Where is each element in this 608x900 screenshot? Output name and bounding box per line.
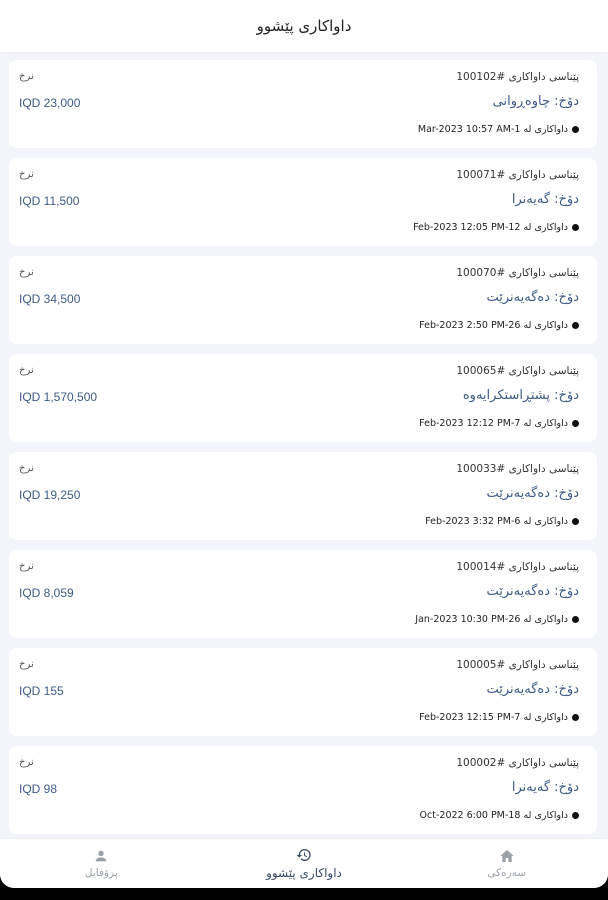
order-price: IQD 155 [19,684,64,698]
order-card[interactable]: پێناسی داواکاری #100102 دۆخ: چاوەڕوانی د… [9,60,597,148]
order-status: دۆخ: گەیەنرا [511,780,579,795]
order-status: دۆخ: چاوەڕوانی [492,94,579,109]
price-label: نرخ [19,365,34,376]
order-price: IQD 98 [19,782,58,796]
order-card[interactable]: پێناسی داواکاری #100002 دۆخ: گەیەنرا داو… [9,746,597,834]
order-date-row: داواکاری لە 7-Feb-2023 12:12 PM [419,418,579,429]
price-label: نرخ [19,169,34,180]
nav-history-label: داواکاری پێشوو [266,866,342,880]
home-icon [499,850,514,862]
order-id: پێناسی داواکاری #100065 [456,365,579,377]
order-card[interactable]: پێناسی داواکاری #100033 دۆخ: دەگەیەنرێت … [9,452,597,540]
order-date-row: داواکاری لە 1-Mar-2023 10:57 AM [418,124,579,135]
bullet-icon [572,420,579,427]
bullet-icon [572,224,579,231]
price-label: نرخ [19,463,34,474]
order-id: پێناسی داواکاری #100005 [456,659,579,671]
order-status: دۆخ: پشتڕاستکرایەوە [462,388,579,403]
bullet-icon [572,616,579,623]
nav-profile-label: پرۆفایل [84,867,118,879]
bullet-icon [572,126,579,133]
order-date: داواکاری لە 7-Feb-2023 12:12 PM [419,418,568,429]
order-date: داواکاری لە 6-Feb-2023 3:32 PM [425,516,568,527]
order-price: IQD 8,059 [19,586,74,600]
order-status: دۆخ: دەگەیەنرێت [486,584,580,599]
app-header: داواکاری پێشوو [0,0,608,52]
order-status: دۆخ: دەگەیەنرێت [486,290,580,305]
order-date: داواکاری لە 1-Mar-2023 10:57 AM [417,124,568,135]
nav-home[interactable]: سەرەکی [405,839,608,888]
order-date-row: داواکاری لە 6-Feb-2023 3:32 PM [425,516,579,527]
bullet-icon [572,322,579,329]
order-card[interactable]: پێناسی داواکاری #100071 دۆخ: گەیەنرا داو… [9,158,597,246]
order-card[interactable]: پێناسی داواکاری #100005 دۆخ: دەگەیەنرێت … [9,648,597,736]
page-title: داواکاری پێشوو [256,17,352,35]
nav-home-label: سەرەکی [487,867,527,879]
order-price: IQD 19,250 [19,488,81,502]
person-icon [95,850,107,862]
order-date-row: داواکاری لە 12-Feb-2023 12:05 PM [413,222,579,233]
order-date: داواکاری لە 12-Feb-2023 12:05 PM [413,222,568,233]
order-date-row: داواکاری لە 18-Oct-2022 6:00 PM [420,810,579,821]
price-label: نرخ [19,659,34,670]
bullet-icon [572,812,579,819]
order-id: پێناسی داواکاری #100014 [456,561,579,573]
order-date: داواکاری لە 26-Feb-2023 2:50 PM [419,320,568,331]
order-price: IQD 34,500 [19,292,81,306]
order-price: IQD 11,500 [19,194,80,208]
history-icon [296,849,311,861]
bullet-icon [572,518,579,525]
order-status: دۆخ: دەگەیەنرێت [486,486,580,501]
order-date-row: داواکاری لە 7-Feb-2023 12:15 PM [419,712,579,723]
order-price: IQD 23,000 [19,96,81,110]
order-date: داواکاری لە 7-Feb-2023 12:15 PM [419,712,568,723]
order-id: پێناسی داواکاری #100071 [456,169,579,181]
order-card[interactable]: پێناسی داواکاری #100014 دۆخ: دەگەیەنرێت … [9,550,597,638]
price-label: نرخ [19,757,34,768]
bottom-nav: سەرەکی داواکاری پێشوو پرۆفایل [0,838,608,888]
nav-history[interactable]: داواکاری پێشوو [203,839,406,888]
order-date: داواکاری لە 26-Jan-2023 10:30 PM [415,614,568,625]
nav-profile[interactable]: پرۆفایل [0,839,203,888]
order-card[interactable]: پێناسی داواکاری #100070 دۆخ: دەگەیەنرێت … [9,256,597,344]
price-label: نرخ [19,561,34,572]
order-date-row: داواکاری لە 26-Feb-2023 2:50 PM [419,320,579,331]
app-frame: داواکاری پێشوو پێناسی داواکاری #100102 د… [0,0,608,888]
order-id: پێناسی داواکاری #100102 [456,71,579,83]
order-id: پێناسی داواکاری #100002 [456,757,579,769]
price-label: نرخ [19,267,34,278]
bullet-icon [572,714,579,721]
order-date: داواکاری لە 18-Oct-2022 6:00 PM [419,810,568,821]
order-date-row: داواکاری لە 26-Jan-2023 10:30 PM [415,614,579,625]
order-status: دۆخ: گەیەنرا [511,192,579,207]
price-label: نرخ [19,71,34,82]
order-id: پێناسی داواکاری #100070 [456,267,579,279]
order-card[interactable]: پێناسی داواکاری #100065 دۆخ: پشتڕاستکرای… [9,354,597,442]
orders-list[interactable]: پێناسی داواکاری #100102 دۆخ: چاوەڕوانی د… [0,52,608,838]
order-status: دۆخ: دەگەیەنرێت [486,682,580,697]
order-id: پێناسی داواکاری #100033 [456,463,579,475]
order-price: IQD 1,570,500 [19,390,98,404]
